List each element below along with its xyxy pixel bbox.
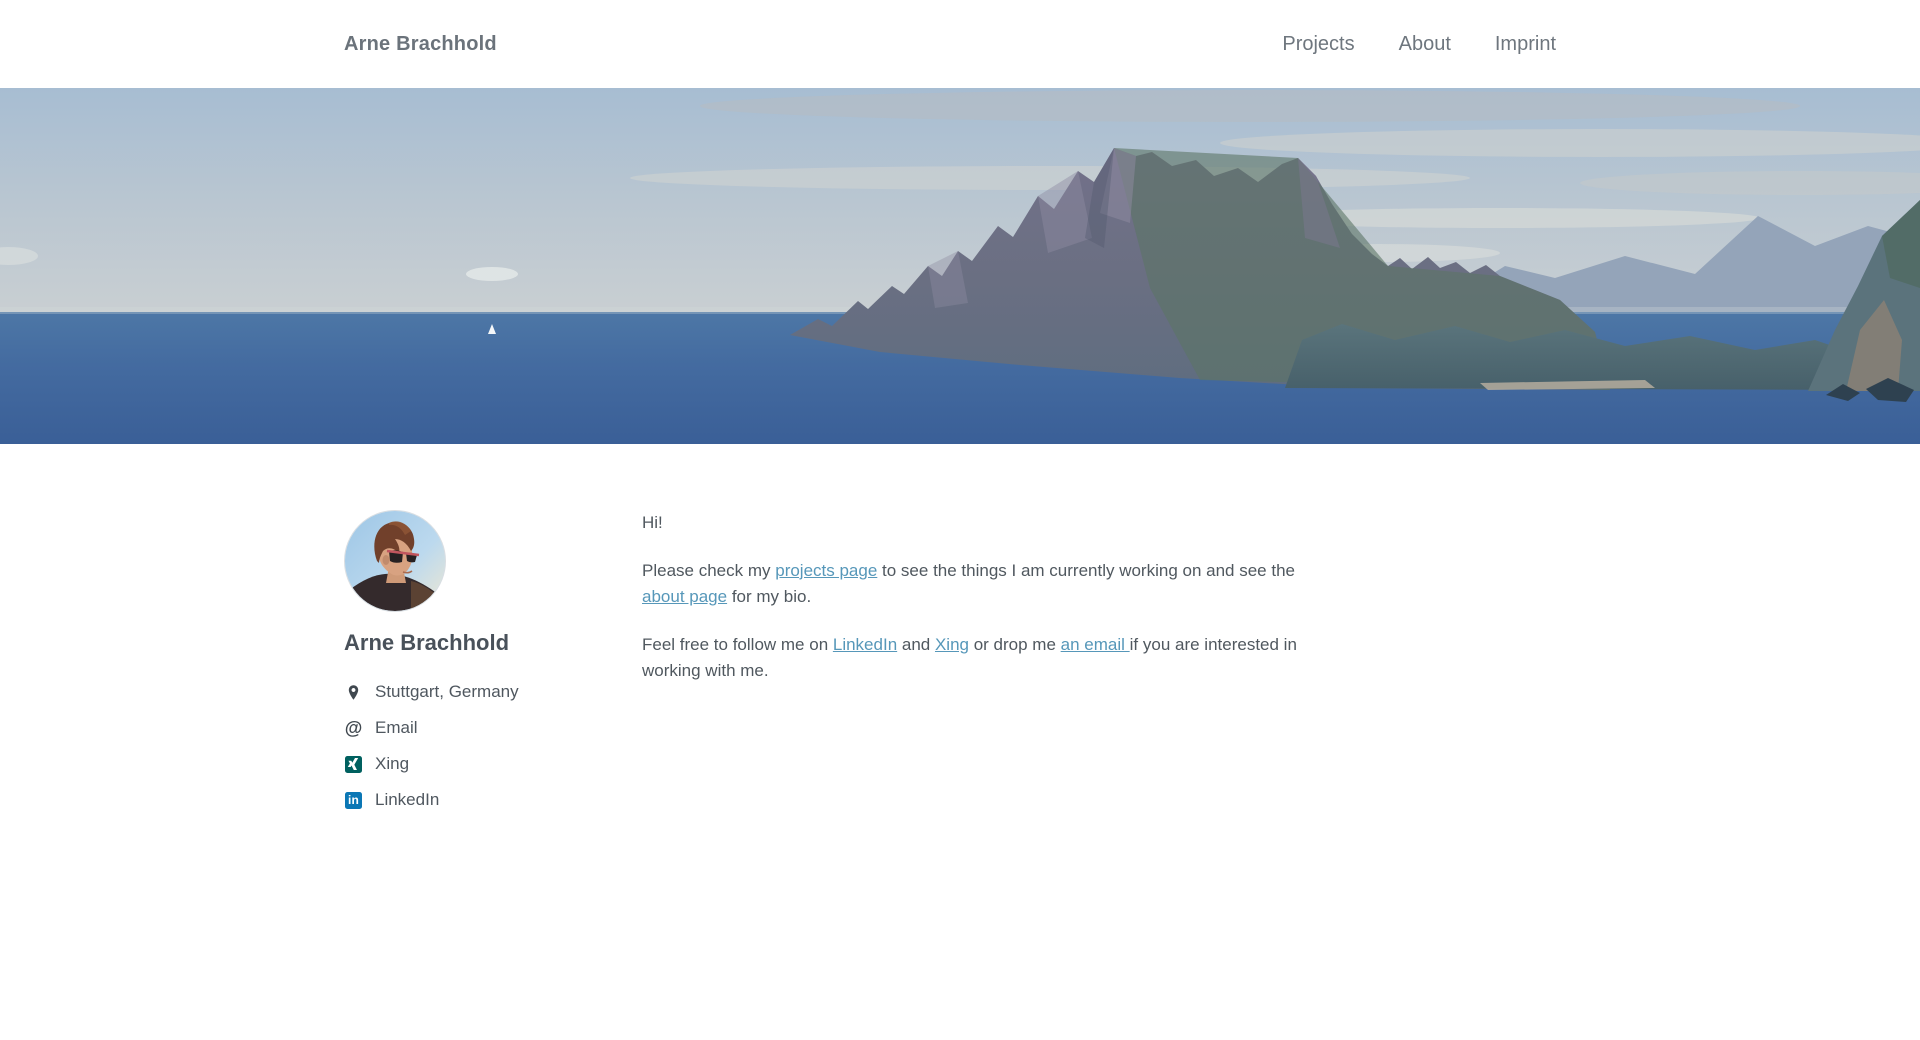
location-pin-icon: [344, 682, 363, 702]
inline-link[interactable]: an email: [1061, 635, 1130, 654]
inline-link[interactable]: Xing: [935, 635, 969, 654]
location-row: Stuttgart, Germany: [344, 682, 642, 702]
xing-label: Xing: [375, 754, 409, 774]
intro-text: Hi! Please check my projects page to see…: [642, 510, 1297, 810]
profile-sidebar: Arne Brachhold Stuttgart, Germany @ Emai…: [344, 510, 642, 810]
at-icon: @: [344, 718, 363, 738]
linkedin-icon: in: [344, 790, 363, 810]
xing-link[interactable]: Xing: [344, 754, 642, 774]
email-label: Email: [375, 718, 418, 738]
nav-projects[interactable]: Projects: [1282, 33, 1354, 56]
contact-paragraph: Feel free to follow me on LinkedIn and X…: [642, 632, 1297, 684]
inline-link[interactable]: projects page: [775, 561, 877, 580]
location-label: Stuttgart, Germany: [375, 682, 519, 702]
profile-links: Stuttgart, Germany @ Email: [344, 682, 642, 810]
nav-imprint[interactable]: Imprint: [1495, 33, 1556, 56]
xing-icon: [344, 754, 363, 774]
inline-link[interactable]: LinkedIn: [833, 635, 897, 654]
site-header: Arne Brachhold Projects About Imprint: [0, 0, 1920, 88]
avatar: [344, 510, 446, 612]
linkedin-label: LinkedIn: [375, 790, 439, 810]
coastal-landscape-image: [0, 88, 1920, 444]
avatar-photo: [345, 511, 445, 611]
main-nav: Projects About Imprint: [1282, 33, 1576, 56]
site-title[interactable]: Arne Brachhold: [344, 33, 497, 56]
main-content: Arne Brachhold Stuttgart, Germany @ Emai…: [344, 444, 1576, 810]
email-link[interactable]: @ Email: [344, 718, 642, 738]
greeting-paragraph: Hi!: [642, 510, 1297, 536]
nav-about[interactable]: About: [1399, 33, 1451, 56]
linkedin-link[interactable]: in LinkedIn: [344, 790, 642, 810]
inline-link[interactable]: about page: [642, 587, 727, 606]
profile-name: Arne Brachhold: [344, 630, 642, 656]
hero-image: [0, 88, 1920, 444]
projects-paragraph: Please check my projects page to see the…: [642, 558, 1297, 610]
